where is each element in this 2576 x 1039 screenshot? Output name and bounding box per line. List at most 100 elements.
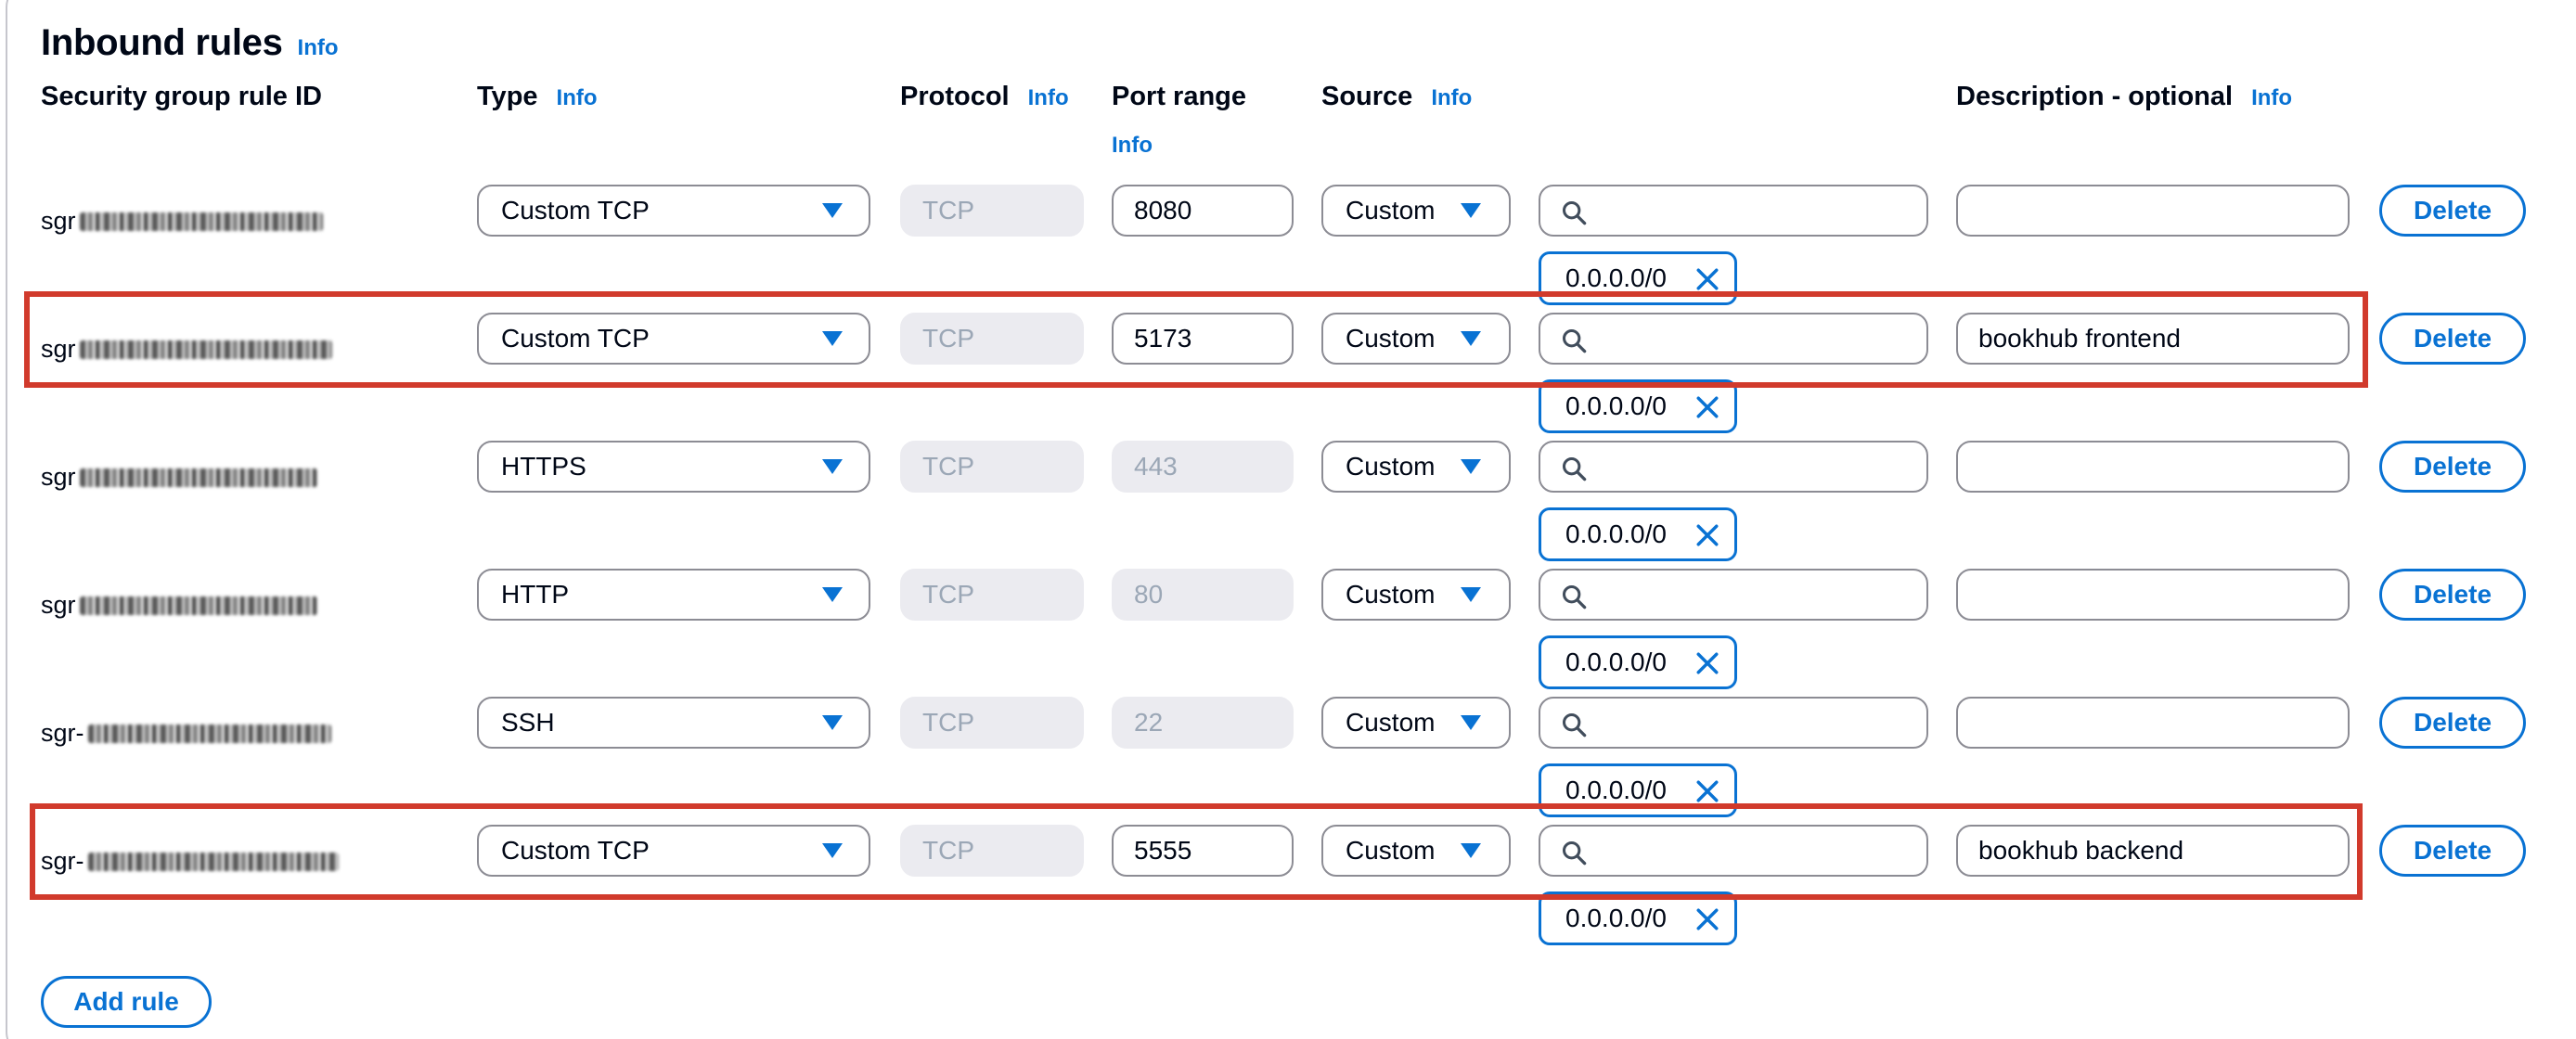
rule-id: sgr — [41, 591, 317, 620]
type-select[interactable]: Custom TCP — [477, 185, 870, 237]
source-search-input[interactable] — [1539, 441, 1928, 493]
section-title: Inbound rules — [41, 22, 283, 63]
cidr-value: 0.0.0.0/0 — [1565, 776, 1667, 804]
type-select-value: SSH — [501, 708, 555, 737]
source-select-value: Custom — [1346, 196, 1436, 224]
close-icon[interactable] — [1695, 523, 1719, 547]
search-icon — [1561, 712, 1587, 738]
description-info-link[interactable]: Info — [2251, 85, 2292, 111]
type-select-value: HTTP — [501, 580, 570, 609]
source-search-input[interactable] — [1539, 697, 1928, 749]
port-range-input: 22 — [1112, 697, 1294, 749]
caret-down-icon — [1461, 459, 1481, 474]
caret-down-icon — [1461, 715, 1481, 730]
protocol-info-link[interactable]: Info — [1028, 85, 1069, 111]
caret-down-icon — [1461, 203, 1481, 218]
column-label: Protocol — [900, 82, 1010, 111]
type-select[interactable]: HTTPS — [477, 441, 870, 493]
cidr-value: 0.0.0.0/0 — [1565, 648, 1667, 676]
column-header-type: Type Info — [477, 82, 598, 112]
description-input[interactable] — [1956, 569, 2350, 621]
close-icon[interactable] — [1695, 907, 1719, 931]
source-info-link[interactable]: Info — [1431, 85, 1472, 111]
port-range-input[interactable]: 8080 — [1112, 185, 1294, 237]
redacted-rule-id — [79, 468, 317, 487]
redacted-rule-id — [79, 596, 317, 615]
column-label: Source — [1321, 82, 1413, 111]
close-icon[interactable] — [1695, 779, 1719, 803]
description-input[interactable] — [1956, 697, 2350, 749]
redacted-rule-id — [87, 724, 331, 743]
port-range-input: 443 — [1112, 441, 1294, 493]
rule-id: sgr — [41, 463, 317, 492]
source-search-input[interactable] — [1539, 185, 1928, 237]
cidr-value: 0.0.0.0/0 — [1565, 391, 1667, 420]
delete-rule-button[interactable]: Delete — [2379, 569, 2526, 621]
port-range-info-link[interactable]: Info — [1112, 133, 1153, 159]
protocol-value: TCP — [922, 452, 974, 481]
inbound-rule-row: sgr HTTPS TCP 443 Custom Delete 0.0.0.0/0 — [0, 441, 2576, 569]
caret-down-icon — [822, 203, 843, 218]
type-select-value: HTTPS — [501, 452, 586, 481]
rule-id-prefix: sgr- — [41, 719, 84, 747]
source-select[interactable]: Custom — [1321, 697, 1511, 749]
source-select[interactable]: Custom — [1321, 185, 1511, 237]
inbound-rule-row: sgr HTTP TCP 80 Custom Delete 0.0.0.0/0 — [0, 569, 2576, 697]
close-icon[interactable] — [1695, 395, 1719, 419]
column-label: Security group rule ID — [41, 82, 322, 111]
redacted-rule-id — [79, 212, 323, 231]
type-info-link[interactable]: Info — [557, 85, 598, 111]
rule-id-prefix: sgr — [41, 207, 76, 235]
protocol-value: TCP — [922, 196, 974, 224]
delete-rule-button[interactable]: Delete — [2379, 825, 2526, 877]
cidr-value: 0.0.0.0/0 — [1565, 263, 1667, 292]
search-icon — [1561, 584, 1587, 609]
search-icon — [1561, 199, 1587, 225]
port-range-value: 443 — [1134, 452, 1178, 481]
section-info-link[interactable]: Info — [298, 35, 339, 61]
protocol-field: TCP — [900, 185, 1084, 237]
section-header: Inbound rules Info — [41, 22, 339, 64]
source-select-value: Custom — [1346, 452, 1436, 481]
cidr-value: 0.0.0.0/0 — [1565, 520, 1667, 548]
column-header-protocol: Protocol Info — [900, 82, 1069, 112]
rule-id: sgr — [41, 207, 323, 236]
source-select-value: Custom — [1346, 580, 1436, 609]
rule-id-prefix: sgr — [41, 591, 76, 619]
delete-rule-button[interactable]: Delete — [2379, 697, 2526, 749]
column-header-source: Source Info — [1321, 82, 1472, 112]
column-label: Type — [477, 82, 538, 111]
protocol-field: TCP — [900, 441, 1084, 493]
protocol-field: TCP — [900, 569, 1084, 621]
add-rule-button[interactable]: Add rule — [41, 976, 212, 1028]
rule-id-prefix: sgr — [41, 463, 76, 491]
search-icon — [1561, 455, 1587, 481]
delete-rule-button[interactable]: Delete — [2379, 313, 2526, 365]
source-select[interactable]: Custom — [1321, 569, 1511, 621]
rule-id: sgr- — [41, 719, 331, 748]
close-icon[interactable] — [1695, 267, 1719, 291]
column-header-rule-id: Security group rule ID — [41, 82, 322, 112]
column-header-port-range: Port range Info — [1112, 82, 1246, 159]
type-select[interactable]: HTTP — [477, 569, 870, 621]
description-input[interactable] — [1956, 441, 2350, 493]
source-search-input[interactable] — [1539, 569, 1928, 621]
protocol-value: TCP — [922, 708, 974, 737]
caret-down-icon — [822, 587, 843, 602]
close-icon[interactable] — [1695, 651, 1719, 675]
delete-rule-button[interactable]: Delete — [2379, 185, 2526, 237]
column-header-description: Description - optional Info — [1956, 82, 2292, 112]
cidr-value: 0.0.0.0/0 — [1565, 904, 1667, 932]
type-select[interactable]: SSH — [477, 697, 870, 749]
description-input[interactable] — [1956, 185, 2350, 237]
source-select[interactable]: Custom — [1321, 441, 1511, 493]
column-label: Port range — [1112, 82, 1247, 111]
column-label: Description - optional — [1956, 82, 2234, 111]
caret-down-icon — [822, 459, 843, 474]
source-select-value: Custom — [1346, 708, 1436, 737]
highlight-box-backend-rule — [30, 803, 2363, 900]
caret-down-icon — [1461, 587, 1481, 602]
delete-rule-button[interactable]: Delete — [2379, 441, 2526, 493]
protocol-field: TCP — [900, 697, 1084, 749]
cidr-token: 0.0.0.0/0 — [1539, 507, 1737, 561]
